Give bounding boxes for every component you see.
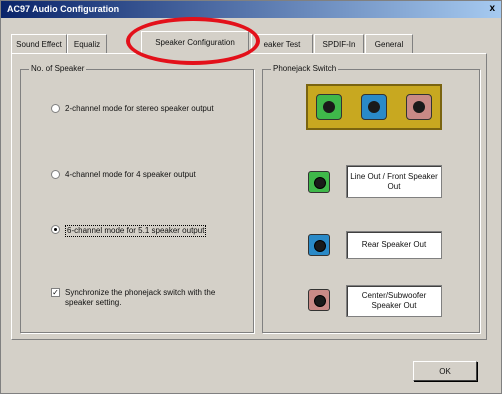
radio-label-6-channel: 6-channel mode for 5.1 speaker output [65, 225, 207, 237]
radio-label-2-channel: 2-channel mode for stereo speaker output [65, 104, 214, 113]
sync-checkbox-label: Synchronize the phonejack switch with th… [65, 288, 216, 307]
radio-2-channel[interactable]: 2-channel mode for stereo speaker output [51, 104, 231, 114]
rear-jack-icon [308, 234, 330, 256]
speaker-count-group: No. of Speaker 2-channel mode for stereo… [20, 64, 254, 333]
rear-speaker-label: Rear Speaker Out [346, 231, 442, 259]
center-sub-jack-icon [308, 289, 330, 311]
radio-4-channel[interactable]: 4-channel mode for 4 speaker output [51, 170, 246, 180]
sync-checkbox[interactable]: ✓ Synchronize the phonejack switch with … [51, 288, 236, 308]
group-title-phonejack: Phonejack Switch [271, 64, 339, 73]
pink-jack-icon [406, 94, 432, 120]
line-out-jack-icon [308, 171, 330, 193]
tab-spdif-in[interactable]: SPDIF-In [314, 34, 364, 53]
window-title: AC97 Audio Configuration [7, 4, 120, 14]
radio-6-channel[interactable]: 6-channel mode for 5.1 speaker output [51, 225, 246, 237]
highlight-ring [126, 17, 260, 65]
tab-speaker-test[interactable]: eaker Test [251, 34, 313, 53]
radio-button[interactable] [51, 170, 60, 179]
radio-button[interactable] [51, 104, 60, 113]
radio-label-4-channel: 4-channel mode for 4 speaker output [65, 170, 196, 179]
radio-button-selected[interactable] [51, 225, 60, 234]
blue-jack-icon [361, 94, 387, 120]
tab-general[interactable]: General [365, 34, 413, 53]
checkbox-box[interactable]: ✓ [51, 288, 60, 297]
center-sub-label: Center/Subwoofer Speaker Out [346, 285, 442, 317]
tab-equalizer[interactable]: Equaliz [67, 34, 107, 53]
tab-sound-effect[interactable]: Sound Effect [11, 34, 67, 53]
green-jack-icon [316, 94, 342, 120]
close-icon[interactable]: x [489, 3, 495, 14]
ok-button[interactable]: OK [413, 361, 477, 381]
title-bar: AC97 Audio Configuration x [1, 1, 501, 18]
phonejack-panel [306, 84, 442, 130]
front-speaker-label: Line Out / Front Speaker Out [346, 165, 442, 198]
group-title-speaker: No. of Speaker [29, 64, 87, 73]
dialog-window: AC97 Audio Configuration x Sound Effect … [0, 0, 502, 394]
